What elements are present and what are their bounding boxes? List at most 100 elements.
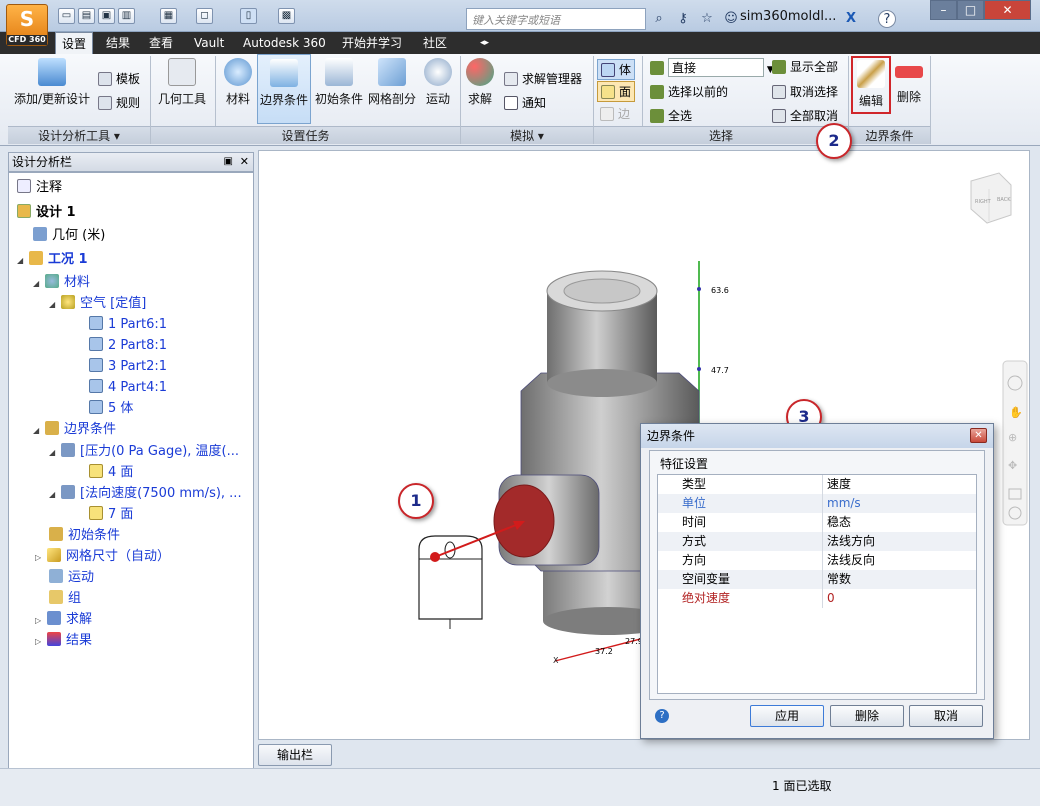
display-icon[interactable]: ▩ [278, 8, 295, 24]
tree-mesh[interactable]: ▷ 网格尺寸（自动） [35, 548, 170, 567]
tree-bc-face[interactable]: 7 面 [89, 506, 133, 524]
output-bar-button[interactable]: 输出栏 [258, 744, 332, 766]
tree-initial-conditions[interactable]: 初始条件 [49, 527, 120, 545]
new-file-icon[interactable]: ▭ [58, 8, 75, 24]
star-icon[interactable]: ☆ [698, 10, 716, 28]
collapse-arrow-icon[interactable]: ◢ [33, 422, 43, 440]
boundary-conditions-button[interactable]: 边界条件 [257, 54, 311, 124]
ribbon-toggle-icon[interactable]: ◂▸ [474, 32, 495, 54]
delete-bc-button[interactable]: 删除 [893, 58, 925, 105]
tree-part[interactable]: 3 Part2:1 [89, 358, 167, 376]
table-row[interactable]: 类型 速度 [658, 475, 976, 494]
table-row[interactable]: 绝对速度 0 [658, 589, 976, 608]
view-icon[interactable]: ◻ [196, 8, 213, 24]
mesh-button[interactable]: 网格剖分 [366, 58, 418, 107]
expand-arrow-icon[interactable]: ▷ [35, 612, 45, 630]
tree-bc-face[interactable]: 4 面 [89, 464, 133, 482]
table-row[interactable]: 方向 法线反向 [658, 551, 976, 570]
export-icon[interactable]: ▦ [160, 8, 177, 24]
save-icon[interactable]: ▣ [98, 8, 115, 24]
minimize-button[interactable]: – [930, 0, 957, 20]
solve-manager-button[interactable]: 求解管理器 [504, 70, 582, 87]
show-all-button[interactable]: 显示全部 [772, 58, 838, 75]
select-volume-button[interactable]: 体 [597, 59, 636, 80]
tree-air[interactable]: ◢ 空气 [定值] [49, 295, 146, 314]
add-update-design-button[interactable]: 添加/更新设计 [8, 58, 96, 107]
navigation-bar[interactable]: ✋ ⊕ ✥ [1002, 360, 1028, 526]
table-row[interactable]: 时间 稳态 [658, 513, 976, 532]
tree-motion[interactable]: 运动 [49, 569, 94, 587]
table-row[interactable]: 空间变量 常数 [658, 570, 976, 589]
username-label[interactable]: sim360moldl... [740, 9, 836, 24]
tree-bc-velocity[interactable]: ◢ [法向速度(7500 mm/s), ... [49, 485, 242, 504]
maximize-button[interactable]: □ [957, 0, 984, 20]
rules-button[interactable]: 规则 [98, 94, 140, 111]
select-all-button[interactable]: 全选 [650, 107, 692, 124]
table-row[interactable]: 单位 mm/s [658, 494, 976, 513]
motion-button[interactable]: 运动 [420, 58, 456, 107]
app-menu-button[interactable]: S CFD 360 [6, 4, 48, 46]
cancel-button[interactable]: 取消 [909, 705, 983, 727]
collapse-arrow-icon[interactable]: ◢ [49, 486, 59, 504]
tree-design[interactable]: 设计 1 [17, 204, 76, 222]
close-button[interactable]: ✕ [984, 0, 1031, 20]
cancel-all-button[interactable]: 全部取消 [772, 107, 838, 124]
tab-vault[interactable]: Vault [188, 32, 230, 54]
tab-view[interactable]: 查看 [143, 32, 179, 54]
group-analysis-tools[interactable]: 设计分析工具 ▾ [8, 126, 150, 144]
collapse-arrow-icon[interactable]: ◢ [49, 296, 59, 314]
exchange-icon[interactable]: X [842, 10, 860, 28]
tree-materials[interactable]: ◢ 材料 [33, 274, 90, 293]
tab-results[interactable]: 结果 [100, 32, 136, 54]
select-edge-button[interactable]: 边 [597, 104, 633, 123]
dialog-close-icon[interactable]: ✕ [970, 428, 987, 443]
tree-boundary-conditions[interactable]: ◢ 边界条件 [33, 421, 116, 440]
close-panel-icon[interactable]: ✕ [240, 153, 249, 171]
save-as-icon[interactable]: ▥ [118, 8, 135, 24]
material-button[interactable]: 材料 [220, 58, 256, 107]
search-input[interactable]: 键入关键字或短语 [466, 8, 646, 30]
edit-button[interactable]: 编辑 [851, 56, 891, 114]
selection-mode-dropdown[interactable]: 直接 ▼ [650, 58, 774, 77]
table-row[interactable]: 方式 法线方向 [658, 532, 976, 551]
deselect-button[interactable]: 取消选择 [772, 83, 838, 100]
tab-get-started[interactable]: 开始并学习 [336, 32, 408, 54]
tree-geometry[interactable]: 几何 (米) [33, 227, 105, 245]
layout-icon[interactable]: ▯ [240, 8, 257, 24]
select-previous-button[interactable]: 选择以前的 [650, 83, 728, 100]
tree-part[interactable]: 4 Part4:1 [89, 379, 167, 397]
user-icon[interactable]: ☺ [722, 10, 740, 28]
open-folder-icon[interactable]: ▤ [78, 8, 95, 24]
collapse-arrow-icon[interactable]: ◢ [49, 444, 59, 462]
template-button[interactable]: 模板 [98, 70, 140, 87]
solve-button[interactable]: 求解 [462, 58, 498, 107]
binoculars-icon[interactable]: ⌕ [650, 10, 668, 28]
tree-bc-pressure[interactable]: ◢ [压力(0 Pa Gage), 温度(... [49, 443, 239, 462]
group-simulation[interactable]: 模拟 ▾ [461, 126, 593, 144]
notify-button[interactable]: 通知 [504, 94, 546, 111]
select-face-button[interactable]: 面 [597, 81, 636, 102]
tree-scenario[interactable]: ◢ 工况 1 [17, 251, 88, 270]
delete-button[interactable]: 删除 [830, 705, 904, 727]
tab-community[interactable]: 社区 [417, 32, 453, 54]
initial-conditions-button[interactable]: 初始条件 [313, 58, 365, 107]
tree-part[interactable]: 2 Part8:1 [89, 337, 167, 355]
help-icon[interactable]: ? [655, 709, 669, 723]
collapse-arrow-icon[interactable]: ◢ [33, 275, 43, 293]
tab-autodesk360[interactable]: Autodesk 360 [237, 32, 332, 54]
apply-button[interactable]: 应用 [750, 705, 824, 727]
geometry-tools-button[interactable]: 几何工具 [154, 58, 210, 107]
expand-arrow-icon[interactable]: ▷ [35, 549, 45, 567]
tree-part[interactable]: 1 Part6:1 [89, 316, 167, 334]
tab-setup[interactable]: 设置 [55, 32, 94, 54]
expand-arrow-icon[interactable]: ▷ [35, 633, 45, 651]
tree-solve[interactable]: ▷ 求解 [35, 611, 92, 630]
tree-notes[interactable]: 注释 [17, 179, 62, 197]
tree-groups[interactable]: 组 [49, 590, 81, 608]
key-icon[interactable]: ⚷ [674, 10, 692, 28]
tree-results[interactable]: ▷ 结果 [35, 632, 92, 651]
collapse-arrow-icon[interactable]: ◢ [17, 252, 27, 270]
help-icon[interactable]: ? [878, 10, 896, 28]
tree-part[interactable]: 5 体 [89, 400, 133, 418]
float-panel-icon[interactable]: ▣ [224, 153, 233, 171]
